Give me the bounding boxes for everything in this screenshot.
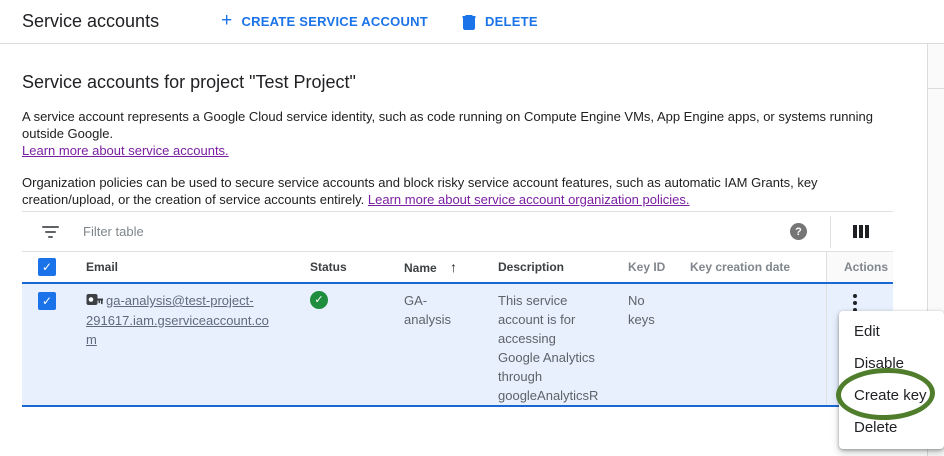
- service-account-name: GA-analysis: [404, 291, 466, 329]
- sort-ascending-icon: ↑: [450, 259, 457, 275]
- create-service-account-label: CREATE SERVICE ACCOUNT: [241, 14, 428, 29]
- column-header-name[interactable]: Name ↑: [382, 259, 476, 275]
- column-display-options-icon[interactable]: [853, 225, 869, 238]
- column-header-status[interactable]: Status: [288, 260, 382, 274]
- intro-paragraph-2: Organization policies can be used to sec…: [22, 174, 884, 208]
- filter-bar-divider: [830, 216, 831, 248]
- select-all-checkbox[interactable]: ✓: [38, 258, 56, 276]
- menu-item-create-key[interactable]: Create key: [839, 380, 944, 412]
- table-header-row: ✓ Email Status Name ↑ Description Key ID…: [22, 252, 893, 282]
- learn-more-service-accounts-link[interactable]: Learn more about service accounts.: [22, 143, 229, 158]
- section-heading: Service accounts for project "Test Proje…: [22, 72, 906, 93]
- row-name-cell: GA-analysis: [382, 284, 476, 405]
- column-header-key-creation-date[interactable]: Key creation date: [668, 260, 826, 274]
- menu-item-delete[interactable]: Delete: [839, 412, 944, 444]
- delete-label: DELETE: [485, 14, 538, 29]
- status-enabled-check-icon: ✓: [310, 291, 328, 309]
- help-icon[interactable]: ?: [790, 223, 807, 240]
- learn-more-org-policies-link[interactable]: Learn more about service account organiz…: [368, 192, 690, 207]
- main-content: Service accounts for project "Test Proje…: [22, 44, 906, 208]
- menu-item-edit[interactable]: Edit: [839, 316, 944, 348]
- column-header-description[interactable]: Description: [476, 260, 606, 274]
- key-id-value: No keys: [628, 291, 666, 329]
- top-action-bar: Service accounts + CREATE SERVICE ACCOUN…: [0, 0, 944, 43]
- service-account-row: ✓ ga-analysis@test-project-291617.iam.gs…: [22, 282, 893, 407]
- service-account-description: This service account is for accessing Go…: [498, 293, 598, 403]
- service-accounts-table: Filter table ? ✓ Email Status Name ↑ Des…: [22, 211, 893, 407]
- row-key-id-cell: No keys: [606, 284, 668, 405]
- menu-item-disable[interactable]: Disable: [839, 348, 944, 380]
- intro-paragraph-1-text: A service account represents a Google Cl…: [22, 109, 873, 141]
- row-status-cell: ✓: [288, 284, 382, 405]
- row-actions-context-menu: Edit Disable Create key Delete: [839, 311, 944, 449]
- filter-table-input[interactable]: Filter table: [83, 224, 790, 239]
- plus-icon: +: [221, 11, 232, 30]
- row-checkbox[interactable]: ✓: [38, 292, 56, 310]
- column-header-email[interactable]: Email: [66, 260, 288, 274]
- table-filter-bar: Filter table ?: [22, 212, 893, 252]
- row-email-cell: ga-analysis@test-project-291617.iam.gser…: [66, 284, 288, 405]
- row-checkbox-cell: ✓: [22, 284, 66, 405]
- column-header-key-id[interactable]: Key ID: [606, 260, 668, 274]
- create-service-account-button[interactable]: + CREATE SERVICE ACCOUNT: [221, 13, 428, 30]
- side-panel-divider: [928, 88, 944, 89]
- column-header-actions: Actions: [826, 252, 893, 282]
- row-key-creation-date-cell: [668, 284, 826, 405]
- trash-icon: [462, 14, 476, 30]
- filter-icon[interactable]: [40, 226, 60, 238]
- row-description-cell: This service account is for accessing Go…: [476, 284, 606, 405]
- intro-paragraph-1: A service account represents a Google Cl…: [22, 108, 884, 159]
- delete-button[interactable]: DELETE: [462, 14, 538, 30]
- page-title: Service accounts: [22, 11, 159, 32]
- service-account-email-link[interactable]: ga-analysis@test-project-291617.iam.gser…: [86, 293, 269, 347]
- column-header-name-label: Name: [404, 261, 437, 275]
- service-account-key-badge-icon: [86, 292, 103, 311]
- select-all-checkbox-cell: ✓: [22, 258, 66, 276]
